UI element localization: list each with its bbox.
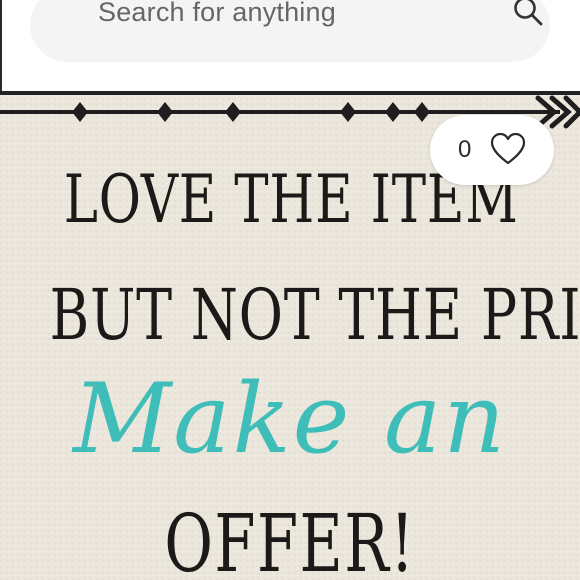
- search-input[interactable]: Search for anything: [98, 0, 336, 29]
- search-icon[interactable]: [512, 0, 544, 27]
- page-edge-divider: [0, 0, 2, 92]
- like-count: 0: [458, 136, 472, 163]
- heart-outline-icon[interactable]: [490, 132, 526, 166]
- listing-page: Search for anything LOVE THE ITEM BUT NO…: [0, 0, 580, 580]
- sign-line-offer: OFFER!: [164, 497, 416, 580]
- like-button[interactable]: 0: [430, 115, 554, 185]
- search-bar[interactable]: Search for anything: [30, 0, 550, 62]
- sign-line-not-the-price: BUT NOT THE PRICE: [49, 274, 580, 356]
- sign-line-make-an: Make an: [72, 363, 508, 475]
